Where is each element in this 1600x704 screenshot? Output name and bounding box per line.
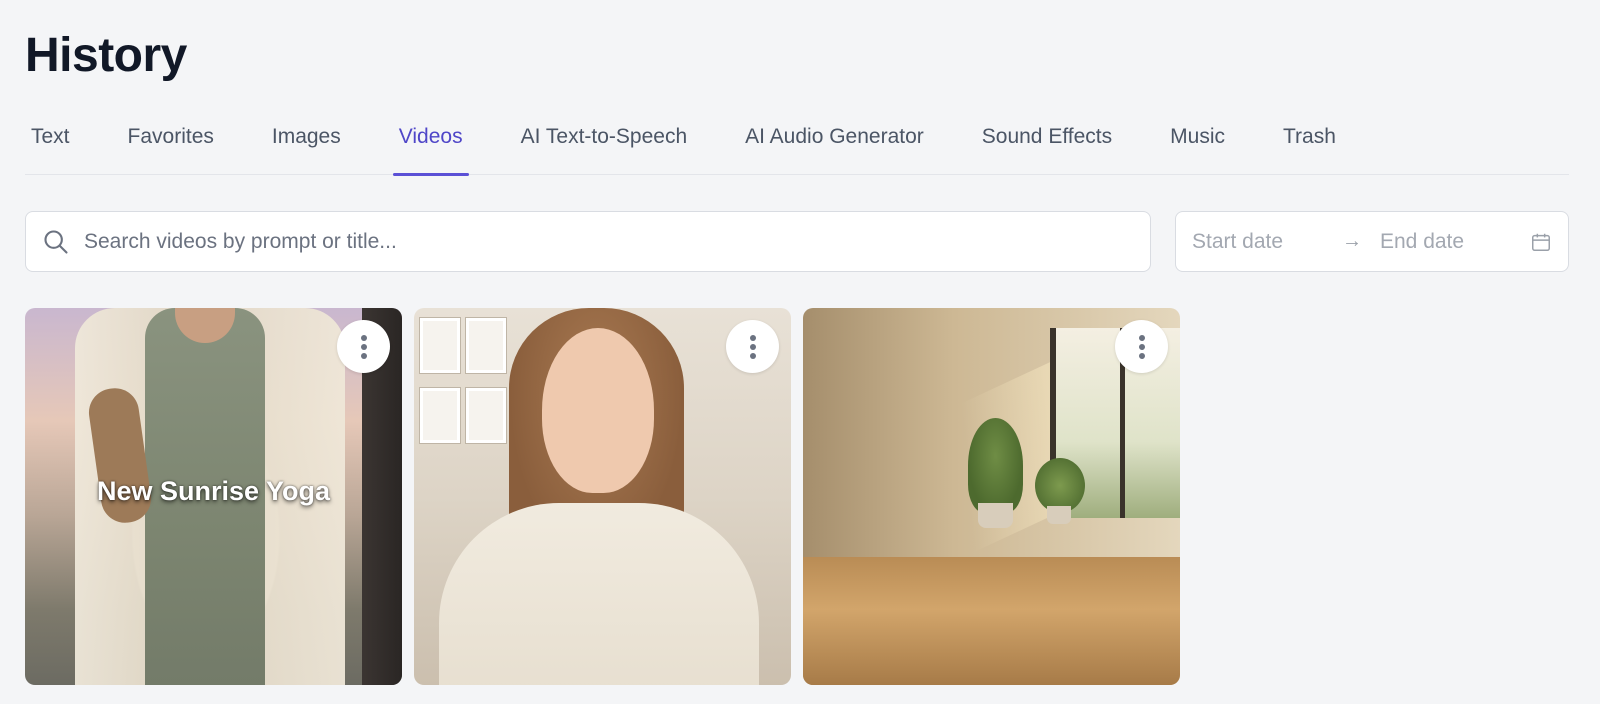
tab-sound-effects[interactable]: Sound Effects — [976, 100, 1118, 174]
start-date-input[interactable] — [1192, 229, 1342, 254]
calendar-icon[interactable] — [1530, 231, 1552, 253]
arrow-right-icon: → — [1342, 230, 1362, 252]
history-tabs: Text Favorites Images Videos AI Text-to-… — [25, 100, 1569, 176]
page-title: History — [25, 29, 187, 82]
video-title: New Sunrise Yoga — [96, 476, 331, 506]
end-date-input[interactable] — [1380, 229, 1530, 254]
video-card[interactable] — [803, 308, 1180, 685]
more-vertical-icon — [1138, 334, 1145, 359]
video-menu-button[interactable] — [726, 320, 779, 373]
search-input[interactable] — [84, 229, 1134, 254]
more-vertical-icon — [749, 334, 756, 359]
tab-text[interactable]: Text — [25, 100, 76, 174]
history-page: History Text Favorites Images Videos AI … — [0, 0, 1600, 704]
tab-music[interactable]: Music — [1164, 100, 1231, 174]
date-range-picker[interactable]: → — [1175, 211, 1569, 272]
search-box[interactable] — [25, 211, 1151, 272]
video-menu-button[interactable] — [337, 320, 390, 373]
video-card[interactable] — [414, 308, 791, 685]
more-vertical-icon — [360, 334, 367, 359]
video-menu-button[interactable] — [1115, 320, 1168, 373]
tab-trash[interactable]: Trash — [1277, 100, 1342, 174]
tab-favorites[interactable]: Favorites — [122, 100, 220, 174]
tab-ai-text-to-speech[interactable]: AI Text-to-Speech — [515, 100, 694, 174]
tab-images[interactable]: Images — [266, 100, 347, 174]
video-card[interactable]: New Sunrise Yoga — [25, 308, 402, 685]
video-grid: New Sunrise Yoga — [25, 308, 1180, 685]
tab-ai-audio-generator[interactable]: AI Audio Generator — [739, 100, 930, 174]
tab-videos[interactable]: Videos — [392, 100, 469, 176]
search-icon — [44, 229, 68, 254]
